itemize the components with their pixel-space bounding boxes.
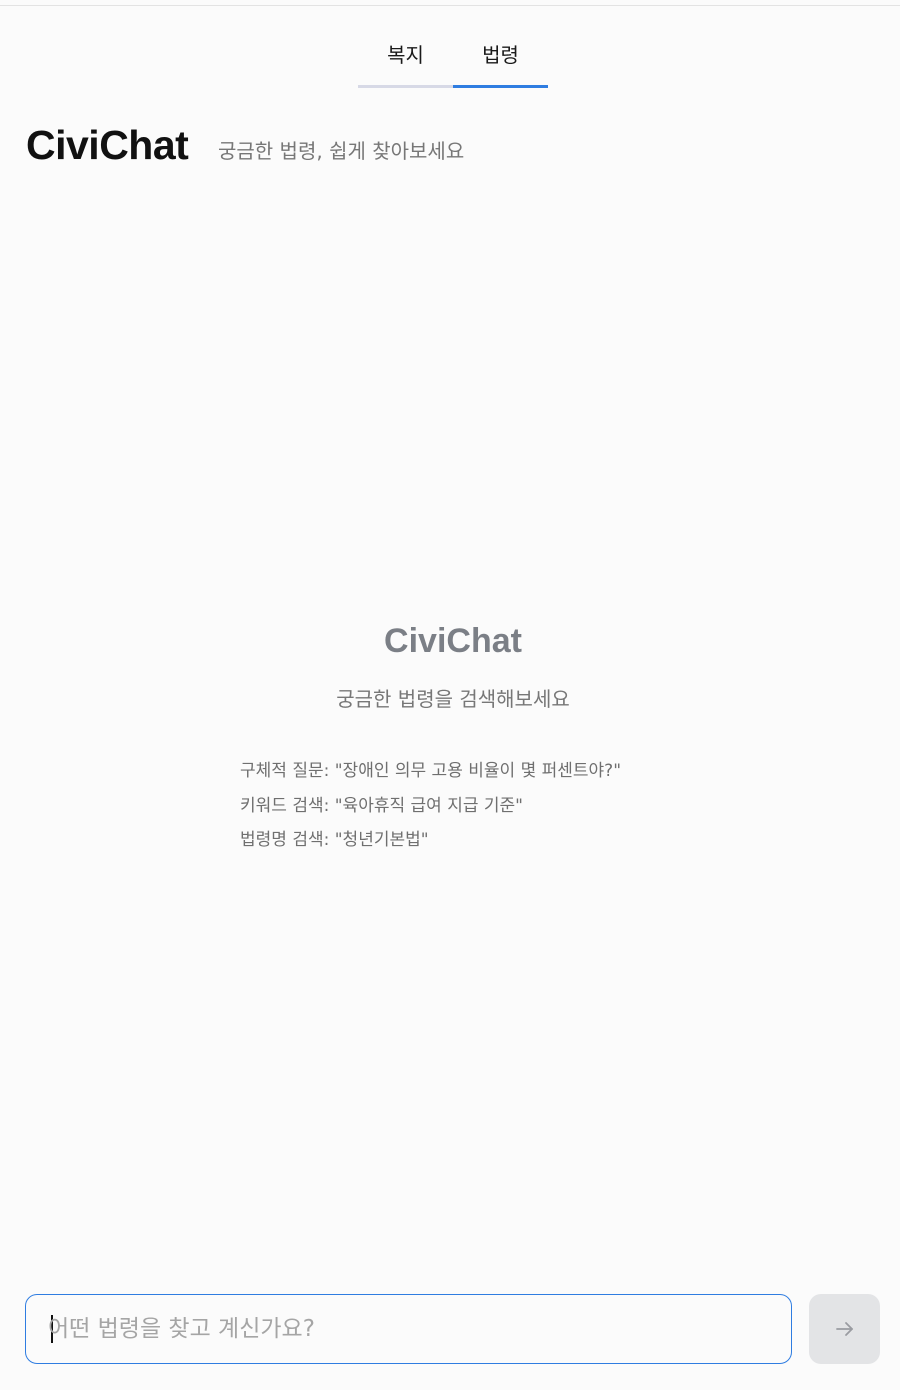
app-root: 복지 법령 CiviChat 궁금한 법령, 쉽게 찾아보세요 CiviChat…	[0, 0, 900, 1390]
example-query: 구체적 질문: "장애인 의무 고용 비율이 몇 퍼센트야?"	[240, 761, 622, 781]
empty-state-subtitle: 궁금한 법령을 검색해보세요	[336, 687, 570, 711]
chat-input-container	[25, 1294, 792, 1364]
tab-welfare[interactable]: 복지	[358, 30, 453, 88]
tab-underline	[358, 85, 453, 88]
tab-active-indicator	[453, 85, 548, 88]
tab-label: 복지	[387, 43, 424, 67]
app-logo-title: CiviChat	[26, 122, 189, 168]
app-tagline: 궁금한 법령, 쉽게 찾아보세요	[218, 139, 465, 163]
top-divider	[0, 5, 900, 6]
send-button[interactable]	[809, 1294, 880, 1364]
example-query: 키워드 검색: "육아휴직 급여 지급 기준"	[240, 795, 523, 816]
chat-input[interactable]	[48, 1295, 768, 1362]
example-query: 법령명 검색: "청년기본법"	[240, 830, 429, 850]
arrow-right-icon	[834, 1318, 856, 1340]
tab-label: 법령	[482, 43, 519, 67]
example-queries: 구체적 질문: "장애인 의무 고용 비율이 몇 퍼센트야?" 키워드 검색: …	[240, 754, 800, 858]
category-tabs: 복지 법령	[358, 30, 548, 88]
tab-law[interactable]: 법령	[453, 30, 548, 88]
empty-state-title: CiviChat	[384, 622, 522, 660]
